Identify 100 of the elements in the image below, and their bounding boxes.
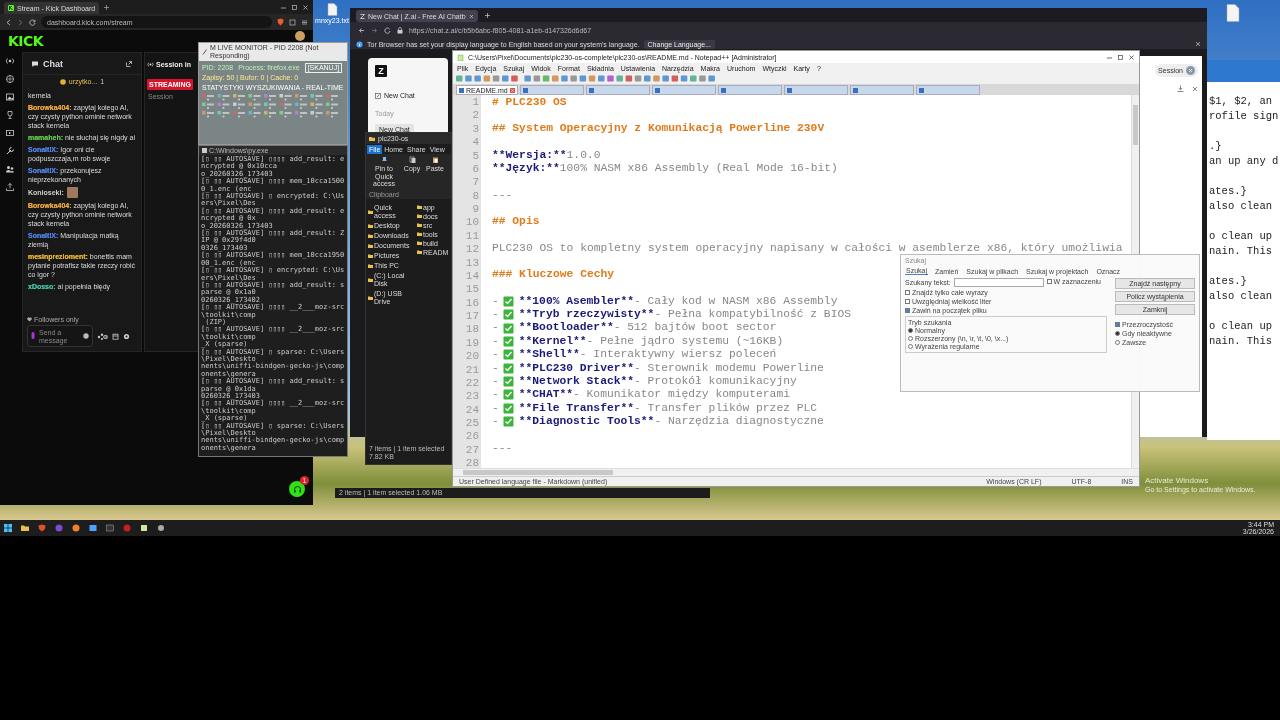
terminal-line: nain. This — [1209, 334, 1273, 349]
new-tab-icon[interactable] — [103, 3, 111, 11]
file-icon — [720, 87, 726, 93]
line-number: 8 — [471, 189, 480, 203]
maximize-icon — [1117, 53, 1124, 61]
folder-icon — [368, 295, 373, 300]
emoji-icon — [83, 333, 89, 339]
list-bullet: - — [492, 374, 499, 389]
image-icon[interactable] — [5, 92, 15, 102]
code-text: --- — [492, 188, 513, 203]
forward-icon[interactable] — [371, 27, 378, 34]
line-number: 4 — [471, 136, 480, 150]
back-icon[interactable] — [5, 18, 12, 26]
markdown-heading: # PLC230 OS — [492, 96, 567, 110]
menu-icon[interactable] — [301, 18, 308, 26]
coin-icon — [59, 78, 66, 85]
file-icon — [522, 87, 528, 93]
file-icon — [786, 87, 792, 93]
avatar-circle[interactable] — [295, 31, 305, 41]
list-bullet: - — [492, 308, 499, 322]
reload-icon[interactable] — [29, 18, 36, 26]
terminal-line: o clean up — [1209, 229, 1273, 244]
line-number: 19 — [464, 336, 480, 351]
editor-tab[interactable] — [717, 85, 782, 95]
line-number: 17 — [464, 310, 480, 324]
people-icon[interactable] — [5, 164, 15, 174]
editor-tab[interactable] — [783, 85, 848, 95]
extensions-icon[interactable] — [289, 18, 296, 26]
terminal-line: ates.} — [1209, 184, 1248, 199]
trophy-icon[interactable] — [5, 110, 15, 120]
editor-tab[interactable] — [915, 85, 980, 95]
broadcast-icon[interactable] — [5, 56, 15, 66]
line-number: 22 — [464, 376, 480, 391]
feature-description: - Pełne jądro systemu (~16KB) — [586, 334, 784, 349]
list-bullet: - — [492, 415, 499, 429]
document-icon[interactable] — [1226, 4, 1240, 22]
terminal-line: .} — [1209, 139, 1223, 154]
folder-icon — [369, 136, 375, 141]
line-number: 14 — [464, 269, 480, 284]
line-number: 25 — [464, 417, 480, 431]
tab-logo-icon — [360, 13, 365, 19]
terminal-line: also clean — [1209, 289, 1273, 304]
feature-name: **Diagnostic Tools** — [518, 415, 655, 429]
list-bullet: - — [492, 348, 499, 362]
feature-description: - 512 bajtów boot sector — [613, 321, 777, 335]
line-number: 13 — [464, 256, 480, 270]
check-mark-icon — [502, 402, 514, 414]
line-number: 26 — [464, 430, 480, 444]
close-icon[interactable] — [1192, 85, 1198, 92]
check-mark-icon — [502, 362, 514, 374]
line-number: 2 — [471, 109, 480, 123]
feature-description: - Interaktywny wiersz poleceń — [579, 348, 777, 362]
folder-icon[interactable] — [21, 524, 29, 532]
video-icon[interactable] — [5, 128, 15, 138]
popout-icon[interactable] — [125, 59, 133, 68]
document-icon[interactable] — [326, 3, 338, 16]
terminal-line: rofile sign — [1209, 109, 1280, 124]
upload-icon[interactable] — [5, 182, 15, 192]
forward-icon[interactable] — [17, 18, 24, 26]
check-mark-icon — [502, 376, 514, 388]
editor-tab[interactable] — [651, 85, 716, 95]
line-number: 28 — [464, 457, 480, 471]
window-icon[interactable] — [89, 524, 97, 532]
settings-icon[interactable] — [123, 332, 130, 340]
feature-description: - Pełna kompatybilność z BIOS — [654, 308, 851, 322]
calendar-icon[interactable] — [112, 332, 119, 340]
reload-icon[interactable] — [384, 27, 391, 34]
editor-tab[interactable] — [585, 85, 650, 95]
markdown-heading: ### Kluczowe Cechy — [492, 268, 615, 282]
windows-start-icon[interactable] — [4, 524, 12, 532]
support-button[interactable] — [289, 481, 305, 497]
editor-tab[interactable] — [849, 85, 914, 95]
download-icon[interactable] — [1177, 85, 1184, 92]
maximize-icon — [291, 3, 298, 11]
line-number: 27 — [464, 443, 480, 458]
folder-icon — [368, 277, 373, 282]
line-number: 18 — [464, 323, 480, 337]
file-icon — [654, 87, 660, 93]
wrench-icon[interactable] — [5, 146, 15, 156]
paste-icon — [431, 156, 439, 164]
editor-tab[interactable] — [519, 85, 584, 95]
record-icon[interactable] — [123, 524, 131, 532]
emote-image — [66, 187, 78, 198]
check-mark-icon — [502, 389, 514, 401]
file-icon — [852, 87, 858, 93]
activation-title: Activate Windows — [1145, 476, 1210, 485]
shield-icon[interactable] — [38, 524, 46, 532]
new-tab-icon[interactable] — [483, 11, 491, 19]
check-mark-icon — [502, 309, 514, 321]
folder-icon — [368, 209, 373, 214]
code-text-key: **Wersja:** — [492, 148, 567, 163]
back-icon[interactable] — [358, 27, 365, 34]
share-icon[interactable] — [97, 332, 108, 340]
toolbar-drawing[interactable] — [456, 74, 718, 83]
search-field[interactable] — [953, 278, 1044, 287]
feature-description: - Cały kod w NASM x86 Assembly — [634, 294, 838, 309]
line-number: 6 — [471, 162, 480, 177]
feature-description: - Komunikator między komputerami — [573, 388, 790, 402]
line-number: 12 — [464, 243, 480, 257]
list-bullet: - — [492, 294, 499, 309]
